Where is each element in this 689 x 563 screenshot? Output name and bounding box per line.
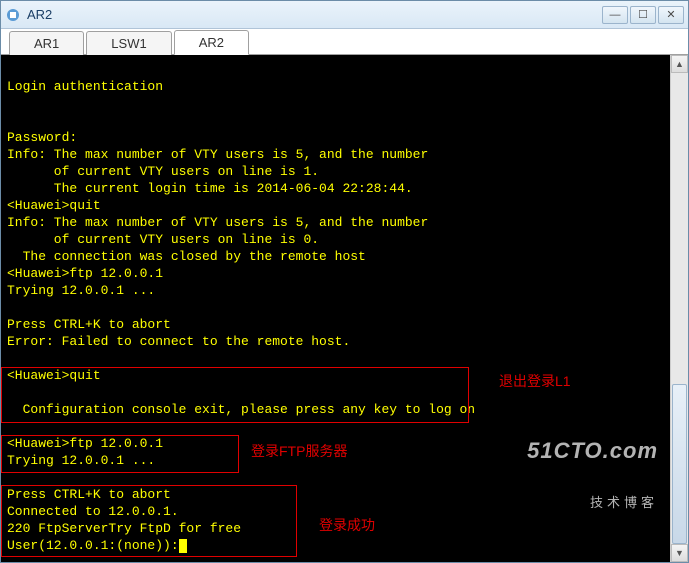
app-window: AR2 — ☐ ✕ AR1 LSW1 AR2 Login authenticat… — [0, 0, 689, 563]
scroll-down-button[interactable]: ▼ — [671, 544, 688, 562]
terminal-line — [7, 418, 664, 435]
terminal-line: Password: — [7, 129, 664, 146]
scroll-up-button[interactable]: ▲ — [671, 55, 688, 73]
tab-ar2[interactable]: AR2 — [174, 30, 249, 55]
terminal-line: Info: The max number of VTY users is 5, … — [7, 214, 664, 231]
terminal-line: Error: Failed to connect to the remote h… — [7, 333, 664, 350]
terminal-line — [7, 350, 664, 367]
scroll-thumb[interactable] — [672, 384, 687, 544]
terminal-line: User(12.0.0.1:(none)): — [7, 537, 664, 554]
terminal-line — [7, 469, 664, 486]
app-icon — [5, 7, 21, 23]
annotation-label-success: 登录成功 — [319, 517, 375, 534]
window-controls: — ☐ ✕ — [602, 6, 684, 24]
close-button[interactable]: ✕ — [658, 6, 684, 24]
terminal-line: The connection was closed by the remote … — [7, 248, 664, 265]
annotation-label-quit: 退出登录L1 — [499, 373, 571, 390]
vertical-scrollbar[interactable]: ▲ ▼ — [670, 55, 688, 562]
terminal-line — [7, 61, 664, 78]
tab-lsw1[interactable]: LSW1 — [86, 31, 171, 55]
scroll-track[interactable] — [671, 73, 688, 544]
window-title: AR2 — [27, 7, 602, 22]
terminal-line: of current VTY users on line is 1. — [7, 163, 664, 180]
terminal-line: Login authentication — [7, 78, 664, 95]
terminal-cursor — [179, 539, 187, 553]
annotation-label-ftplogin: 登录FTP服务器 — [251, 443, 347, 460]
terminal-line — [7, 95, 664, 112]
minimize-button[interactable]: — — [602, 6, 628, 24]
terminal-line: Press CTRL+K to abort — [7, 316, 664, 333]
tab-ar1[interactable]: AR1 — [9, 31, 84, 55]
terminal-line — [7, 299, 664, 316]
terminal-line: Press CTRL+K to abort — [7, 486, 664, 503]
tab-bar: AR1 LSW1 AR2 — [1, 29, 688, 55]
terminal-line: <Huawei>ftp 12.0.0.1 — [7, 265, 664, 282]
terminal-line: Trying 12.0.0.1 ... — [7, 282, 664, 299]
terminal-line: The current login time is 2014-06-04 22:… — [7, 180, 664, 197]
maximize-button[interactable]: ☐ — [630, 6, 656, 24]
terminal-line: Configuration console exit, please press… — [7, 401, 664, 418]
terminal-output[interactable]: Login authentication Password:Info: The … — [1, 55, 670, 562]
terminal-line: of current VTY users on line is 0. — [7, 231, 664, 248]
titlebar: AR2 — ☐ ✕ — [1, 1, 688, 29]
terminal-line — [7, 112, 664, 129]
terminal-line: <Huawei>quit — [7, 197, 664, 214]
terminal-container: Login authentication Password:Info: The … — [1, 55, 688, 562]
terminal-line: Info: The max number of VTY users is 5, … — [7, 146, 664, 163]
